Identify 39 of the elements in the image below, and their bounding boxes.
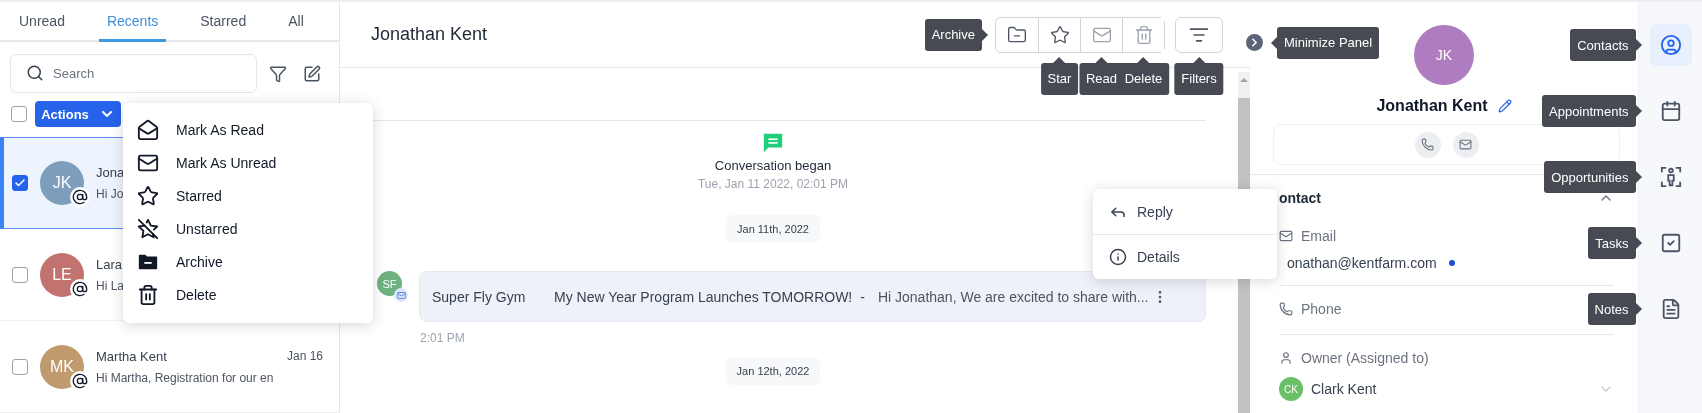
avatar: JK: [1414, 25, 1474, 85]
avatar: SF: [377, 271, 402, 296]
date-label: Jan 16: [286, 348, 323, 364]
message-preview: Hi La: [96, 278, 124, 293]
sender-name: Super Fly Gym: [432, 288, 527, 305]
separator: -: [860, 288, 865, 305]
contact-name: Martha Kent: [96, 348, 167, 364]
avatar: JK: [40, 161, 84, 205]
contact-name: Jona: [96, 165, 125, 180]
tooltip: Opportunities: [1544, 161, 1642, 193]
tooltip: Filters: [1174, 56, 1224, 95]
event-title: Conversation began: [714, 158, 832, 173]
date-separator: Jan 11th, 2022: [726, 215, 820, 243]
tooltip: Notes: [1587, 293, 1642, 325]
avatar: CK: [1279, 377, 1303, 401]
message-subject: My New Year Program Launches TOMORROW!: [554, 288, 853, 305]
tooltip: Archive: [924, 18, 988, 51]
section-title: ontact: [1279, 190, 1321, 206]
tooltip: Tasks: [1588, 227, 1642, 259]
message-time: 2:01 PM: [420, 331, 466, 345]
field-value: onathan@kentfarm.com: [1287, 255, 1437, 271]
event-time: Tue, Jan 11 2022, 02:01 PM: [697, 177, 849, 191]
date-separator: Jan 12th, 2022: [725, 357, 821, 385]
message-snippet: Hi Jonathan, We are excited to share with...: [877, 288, 1149, 305]
avatar: LE: [40, 252, 84, 297]
avatar: MK: [40, 344, 84, 389]
conversation-title: Jonathan Kent: [371, 24, 488, 45]
tooltip: Star: [1040, 56, 1079, 95]
contact-name: Jonathan Kent: [1376, 97, 1488, 115]
tooltip: Appointments: [1542, 95, 1642, 127]
contact-name: Lara: [96, 256, 123, 272]
field-label: Owner (Assigned to): [1301, 350, 1429, 366]
owner-name: Clark Kent: [1311, 381, 1377, 397]
message-preview: Hi Martha, Registration for our en: [96, 370, 274, 385]
message-preview: Hi Jo: [96, 187, 124, 201]
tooltip: Contacts: [1570, 29, 1642, 61]
field-label: Email: [1301, 228, 1336, 244]
tooltip: Minimize Panel: [1271, 26, 1380, 59]
field-label: Phone: [1301, 301, 1342, 317]
